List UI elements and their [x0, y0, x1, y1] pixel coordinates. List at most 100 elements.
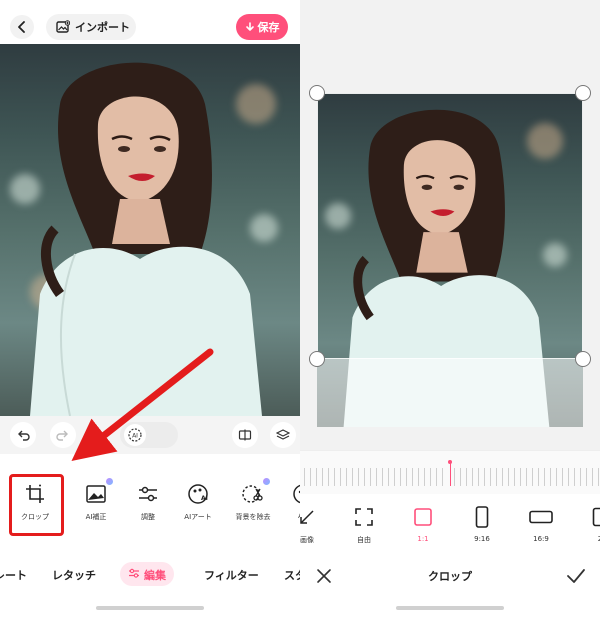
tool-ai-enhance[interactable]: AI補正	[69, 478, 123, 522]
ruler-tick	[520, 468, 521, 486]
ruler-tick	[580, 468, 581, 486]
rotation-ruler[interactable]	[300, 450, 600, 494]
ruler-tick	[406, 468, 407, 486]
crop-handle-bottom-right[interactable]	[575, 351, 591, 367]
ruler-center-marker	[450, 462, 451, 486]
ratio-image[interactable]: 画像	[300, 506, 329, 545]
crop-handle-top-right[interactable]	[575, 85, 591, 101]
mode-tabs: レート レタッチ 編集 フィルター スタ	[0, 560, 300, 590]
crop-tool-highlight	[9, 474, 64, 536]
svg-text:AI: AI	[201, 495, 208, 502]
sparkle-badge-icon	[106, 478, 113, 485]
ruler-tick	[322, 468, 323, 486]
ruler-tick	[358, 468, 359, 486]
ruler-tick	[568, 468, 569, 486]
aspect-ratio-bar: 画像 自由 1:1 9:16 16:9	[300, 494, 600, 550]
ruler-tick	[352, 468, 353, 486]
save-label: 保存	[257, 21, 280, 34]
compare-button[interactable]	[232, 422, 258, 448]
tab-retouch[interactable]: レタッチ	[52, 567, 96, 583]
ratio-9-16[interactable]: 9:16	[460, 506, 504, 543]
tab-edit[interactable]: 編集	[120, 562, 174, 586]
crop-frame[interactable]	[317, 93, 583, 359]
undo-button[interactable]	[10, 422, 36, 448]
ruler-tick	[334, 468, 335, 486]
crop-panel: 画像 自由 1:1 9:16 16:9 クロップ	[300, 0, 600, 617]
portrait-ratio-icon	[475, 506, 489, 528]
layers-button[interactable]	[270, 422, 296, 448]
ruler-tick	[442, 468, 443, 486]
free-ratio-icon	[354, 506, 374, 528]
crop-handle-bottom-left[interactable]	[309, 351, 325, 367]
ruler-tick	[598, 468, 599, 486]
tool-ar[interactable]: AR	[276, 482, 300, 520]
ruler-tick	[340, 468, 341, 486]
ai-art-icon: AI	[186, 482, 210, 506]
ruler-tick	[508, 468, 509, 486]
save-button[interactable]: 保存	[236, 14, 288, 40]
ruler-tick	[424, 468, 425, 486]
ruler-tick	[310, 468, 311, 486]
ratio-free[interactable]: 自由	[342, 506, 386, 545]
tool-label: 調整	[141, 513, 155, 521]
chevron-left-icon	[18, 21, 25, 33]
ruler-tick	[454, 468, 455, 486]
svg-text:AI: AI	[132, 433, 138, 440]
ruler-tick	[430, 468, 431, 486]
tool-label: AIアート	[184, 513, 212, 521]
ruler-tick	[370, 468, 371, 486]
redo-icon	[56, 430, 68, 441]
tab-rate[interactable]: レート	[0, 567, 27, 583]
ratio-16-9[interactable]: 16:9	[519, 506, 563, 543]
tool-label: 背景を除去	[235, 513, 271, 521]
tab-style[interactable]: スタ	[284, 567, 300, 583]
ratio-1-1[interactable]: 1:1	[401, 506, 445, 543]
crop-outside-overlay	[317, 359, 583, 427]
ruler-tick	[346, 468, 347, 486]
ruler-tick	[472, 468, 473, 486]
ruler-tick	[550, 468, 551, 486]
import-button[interactable]: インポート	[46, 14, 136, 40]
portrait-figure	[30, 62, 262, 416]
ruler-tick	[400, 468, 401, 486]
editor-header: インポート 保存	[0, 0, 300, 46]
ratio-label: 画像	[300, 536, 314, 544]
ruler-tick	[460, 468, 461, 486]
ruler-tick	[538, 468, 539, 486]
redo-button[interactable]	[50, 422, 76, 448]
tool-remove-background[interactable]: 背景を除去	[226, 478, 280, 522]
editor-photo[interactable]	[0, 44, 300, 416]
home-indicator	[396, 606, 504, 610]
ruler-tick	[514, 468, 515, 486]
tab-filter[interactable]: フィルター	[204, 567, 259, 583]
ruler-tick	[364, 468, 365, 486]
ruler-tick	[526, 468, 527, 486]
ratio-partial[interactable]: 2	[578, 506, 600, 543]
compare-icon	[238, 429, 252, 441]
ruler-tick	[328, 468, 329, 486]
tool-label: AI補正	[85, 513, 107, 521]
checkmark-icon[interactable]	[566, 568, 586, 584]
tool-ai-art[interactable]: AI AIアート	[171, 482, 225, 522]
back-button[interactable]	[10, 15, 34, 39]
layers-icon	[276, 429, 290, 440]
ruler-tick	[418, 468, 419, 486]
ratio-label: 1:1	[417, 535, 429, 543]
ruler-tick	[496, 468, 497, 486]
adjust-sliders-icon	[136, 482, 160, 506]
tool-adjust[interactable]: 調整	[121, 482, 175, 522]
ruler-tick	[382, 468, 383, 486]
ruler-tick	[556, 468, 557, 486]
crop-handle-top-left[interactable]	[309, 85, 325, 101]
ruler-tick	[532, 468, 533, 486]
undo-icon	[18, 430, 30, 441]
ai-face-toggle[interactable]: AI	[120, 422, 178, 448]
image-add-icon	[56, 20, 70, 33]
tab-edit-label: 編集	[144, 569, 166, 582]
ruler-tick	[316, 468, 317, 486]
ruler-tick	[478, 468, 479, 486]
ruler-tick	[412, 468, 413, 486]
home-indicator	[96, 606, 204, 610]
ai-enhance-icon	[84, 478, 113, 506]
ruler-tick	[586, 468, 587, 486]
